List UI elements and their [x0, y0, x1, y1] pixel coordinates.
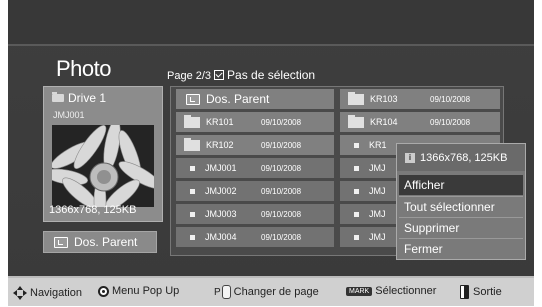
footer-menu-popup: Menu Pop Up	[98, 285, 179, 297]
item-date: 09/10/2008	[430, 94, 471, 104]
grid-file[interactable]: JMJ001 09/10/2008	[176, 158, 334, 178]
selection-status: Pas de sélection	[227, 68, 316, 82]
menu-item-close[interactable]: Fermer	[399, 238, 523, 258]
item-name: KR104	[370, 117, 398, 127]
item-date: 09/10/2008	[261, 140, 302, 150]
item-date: 09/10/2008	[261, 186, 302, 196]
menu-item-delete[interactable]: Supprimer	[399, 217, 523, 237]
item-name: KR103	[370, 94, 398, 104]
file-icon	[190, 188, 195, 194]
footer-change-page: P Changer de page	[214, 285, 319, 299]
exit-door-icon	[460, 285, 469, 299]
file-icon	[190, 211, 195, 217]
file-icon	[354, 188, 359, 194]
item-name: JMJ003	[205, 209, 237, 219]
tv-screen: Photo Page 2/3 Pas de sélection Drive 1 J…	[0, 0, 542, 307]
item-name: JMJ001	[205, 163, 237, 173]
grid-folder[interactable]: KR101 09/10/2008	[176, 112, 334, 132]
grid-folder[interactable]: KR103 09/10/2008	[340, 89, 500, 109]
item-name: JMJ004	[205, 232, 237, 242]
popup-info-text: 1366x768, 125KB	[420, 151, 508, 164]
parent-folder-button[interactable]: Dos. Parent	[43, 231, 157, 253]
item-name: JMJ	[369, 163, 386, 173]
flower-photo	[52, 125, 154, 207]
folder-icon	[348, 91, 364, 105]
mark-key-icon: MARK	[346, 286, 373, 296]
item-name: JMJ	[369, 186, 386, 196]
item-name: Dos. Parent	[206, 92, 270, 106]
folder-icon	[184, 137, 200, 151]
grid-folder[interactable]: KR104 09/10/2008	[340, 112, 500, 132]
footer-select: MARK Sélectionner	[346, 285, 436, 297]
drive-name: Drive 1	[68, 91, 107, 105]
item-name: JMJ	[369, 209, 386, 219]
preview-panel: Drive 1 JMJ001 1366x768, 125KB	[43, 86, 163, 222]
grid-file[interactable]: JMJ004 09/10/2008	[176, 227, 334, 247]
preview-thumbnail	[52, 125, 154, 207]
up-folder-icon	[54, 236, 68, 248]
page-indicator: Page 2/3	[167, 70, 212, 82]
top-divider	[8, 44, 534, 46]
grid-parent-folder[interactable]: Dos. Parent	[176, 89, 334, 109]
footer-navigation: Navigation	[12, 285, 82, 301]
file-icon	[190, 234, 195, 240]
up-folder-icon	[186, 93, 200, 105]
item-date: 09/10/2008	[261, 117, 302, 127]
item-name: JMJ002	[205, 186, 237, 196]
preview-file-name: JMJ001	[53, 110, 85, 120]
select-label: Sélectionner	[375, 285, 437, 297]
page-key: P	[214, 286, 221, 298]
navigation-arrows-icon	[13, 286, 27, 300]
page-updown-icon	[221, 285, 231, 299]
folder-icon	[184, 114, 200, 128]
item-name: JMJ	[369, 232, 386, 242]
parent-folder-label: Dos. Parent	[74, 235, 138, 249]
item-date: 09/10/2008	[430, 117, 471, 127]
change-page-label: Changer de page	[233, 286, 319, 298]
folder-icon	[348, 114, 364, 128]
popup-menu: i 1366x768, 125KB Afficher Tout sélectio…	[396, 143, 526, 260]
menu-item-select-all[interactable]: Tout sélectionner	[399, 196, 523, 216]
drive-label: Drive 1	[52, 91, 106, 105]
file-icon	[354, 165, 359, 171]
navigation-label: Navigation	[30, 287, 82, 299]
file-icon	[354, 142, 359, 148]
menu-popup-label: Menu Pop Up	[112, 285, 180, 297]
item-name: KR102	[206, 140, 234, 150]
item-date: 09/10/2008	[261, 209, 302, 219]
ok-button-icon	[98, 285, 109, 297]
footer-help-bar: Navigation Menu Pop Up P Changer de page…	[8, 276, 534, 306]
grid-file[interactable]: JMJ002 09/10/2008	[176, 181, 334, 201]
item-name: KR1	[369, 140, 387, 150]
info-icon: i	[405, 152, 415, 163]
item-date: 09/10/2008	[261, 232, 302, 242]
menu-item-afficher[interactable]: Afficher	[399, 175, 523, 195]
footer-exit: Sortie	[460, 285, 502, 299]
file-icon	[190, 165, 195, 171]
grid-file[interactable]: JMJ003 09/10/2008	[176, 204, 334, 224]
popup-info: i 1366x768, 125KB	[397, 144, 525, 171]
item-name: KR101	[206, 117, 234, 127]
checkbox-icon	[214, 70, 225, 80]
page-info: Page 2/3 Pas de sélection	[167, 68, 315, 82]
item-date: 09/10/2008	[261, 163, 302, 173]
page-title: Photo	[56, 56, 112, 81]
file-icon	[354, 234, 359, 240]
top-bar	[8, 0, 534, 44]
file-icon	[354, 211, 359, 217]
exit-label: Sortie	[473, 286, 502, 298]
preview-resolution: 1366x768, 125KB	[49, 204, 137, 216]
grid-folder[interactable]: KR102 09/10/2008	[176, 135, 334, 155]
drive-folder-icon	[52, 92, 64, 102]
